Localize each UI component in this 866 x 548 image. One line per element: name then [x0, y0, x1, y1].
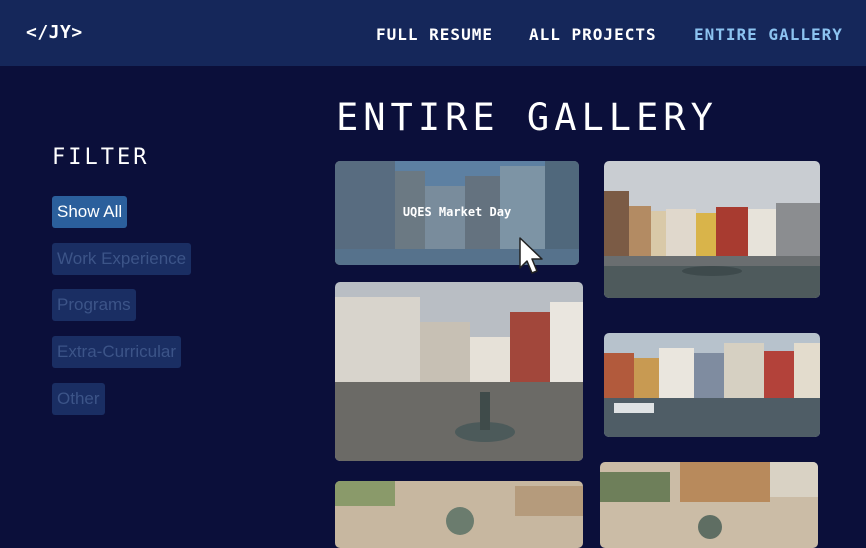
mouse-cursor-icon: [519, 237, 543, 274]
gallery-tile-town-square[interactable]: [335, 282, 583, 461]
canal-photo: [604, 161, 820, 298]
page-title: ENTIRE GALLERY: [336, 96, 718, 139]
square-photo: [335, 282, 583, 461]
filter-other-button[interactable]: Other: [52, 383, 105, 415]
gallery-tile-aerial-street[interactable]: [600, 462, 818, 548]
gallery-tile-aerial-plaza[interactable]: [335, 481, 583, 548]
gallery-tile-canal-houses[interactable]: [604, 161, 820, 298]
site-logo[interactable]: </JY>: [26, 22, 83, 43]
filter-work-experience-button[interactable]: Work Experience: [52, 243, 192, 275]
nav-link-entire-gallery[interactable]: ENTIRE GALLERY: [694, 25, 843, 44]
nav-link-full-resume[interactable]: FULL RESUME: [376, 25, 493, 44]
filter-show-all-button[interactable]: Show All: [52, 196, 128, 228]
aerial-photo: [335, 481, 583, 548]
filter-title: FILTER: [52, 145, 150, 170]
harbor-photo: [604, 333, 820, 437]
filter-programs-button[interactable]: Programs: [52, 289, 136, 321]
top-navbar: </JY> FULL RESUME ALL PROJECTS ENTIRE GA…: [0, 0, 866, 66]
nav-link-all-projects[interactable]: ALL PROJECTS: [529, 25, 657, 44]
aerial-street-photo: [600, 462, 818, 548]
filter-extra-curricular-button[interactable]: Extra-Curricular: [52, 336, 182, 368]
tile-caption: UQES Market Day: [402, 205, 512, 219]
gallery-tile-harbor[interactable]: [604, 333, 820, 437]
